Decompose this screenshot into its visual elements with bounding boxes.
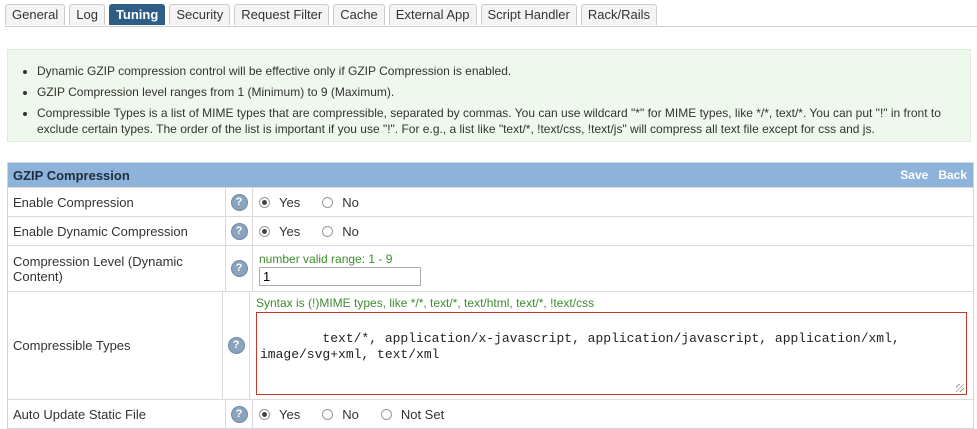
radio-yes[interactable]: Yes	[259, 195, 300, 210]
back-button[interactable]: Back	[938, 168, 967, 182]
radio-button[interactable]	[322, 408, 334, 420]
tab-bar: General Log Tuning Security Request Filt…	[5, 4, 661, 26]
help-icon[interactable]: ?	[230, 405, 248, 423]
row-auto-update-static-file: Auto Update Static File ? Yes No Not Set	[8, 399, 973, 428]
enable-compression-radios: Yes No	[259, 195, 381, 210]
info-item: Compressible Types is a list of MIME typ…	[37, 105, 960, 137]
tab-external-app[interactable]: External App	[388, 4, 477, 25]
tab-divider	[5, 26, 977, 27]
radio-no[interactable]: No	[322, 224, 359, 239]
help-icon[interactable]: ?	[230, 222, 248, 240]
tab-cache[interactable]: Cache	[333, 4, 385, 25]
radio-button[interactable]	[322, 196, 334, 208]
row-compression-level: Compression Level (Dynamic Content) ? nu…	[8, 245, 973, 291]
save-button[interactable]: Save	[900, 168, 928, 182]
radio-button[interactable]	[322, 225, 334, 237]
tab-rack-rails[interactable]: Rack/Rails	[580, 4, 657, 25]
row-enable-dynamic-compression: Enable Dynamic Compression ? Yes No	[8, 216, 973, 245]
resize-handle-icon[interactable]	[956, 384, 964, 392]
help-icon[interactable]: ?	[230, 193, 248, 211]
compressible-types-textarea[interactable]: text/*, application/x-javascript, applic…	[256, 312, 967, 395]
radio-yes[interactable]: Yes	[259, 407, 300, 422]
info-list: Dynamic GZIP compression control will be…	[8, 63, 960, 142]
tab-request-filter[interactable]: Request Filter	[234, 4, 330, 25]
info-box: Dynamic GZIP compression control will be…	[7, 49, 971, 142]
tab-script-handler[interactable]: Script Handler	[480, 4, 577, 25]
textarea-value: text/*, application/x-javascript, applic…	[260, 331, 908, 362]
tab-security[interactable]: Security	[169, 4, 231, 25]
auto-update-radios: Yes No Not Set	[259, 407, 466, 422]
radio-no[interactable]: No	[322, 407, 359, 422]
tab-log[interactable]: Log	[69, 4, 105, 25]
radio-button[interactable]	[380, 408, 392, 420]
radio-no[interactable]: No	[322, 195, 359, 210]
field-label: Compression Level (Dynamic Content)	[8, 246, 226, 291]
tab-tuning[interactable]: Tuning	[108, 4, 166, 25]
info-item: GZIP Compression level ranges from 1 (Mi…	[37, 84, 960, 100]
tab-general[interactable]: General	[5, 4, 66, 25]
gzip-compression-section: GZIP Compression Save Back Enable Compre…	[7, 162, 974, 429]
info-item: Dynamic GZIP compression control will be…	[37, 63, 960, 79]
section-header: GZIP Compression Save Back	[8, 163, 973, 187]
radio-button-selected[interactable]	[259, 196, 270, 208]
row-compressible-types: Compressible Types ? Syntax is (!)MIME t…	[8, 291, 973, 399]
enable-dynamic-radios: Yes No	[259, 224, 381, 239]
compression-level-input[interactable]	[259, 266, 421, 286]
help-icon[interactable]: ?	[230, 260, 248, 277]
radio-button-selected[interactable]	[259, 225, 270, 237]
field-label: Compressible Types	[8, 292, 224, 399]
help-icon[interactable]: ?	[227, 337, 245, 354]
section-actions: Save Back	[900, 168, 967, 182]
field-label: Enable Compression	[8, 188, 226, 216]
radio-button-selected[interactable]	[259, 408, 270, 420]
section-title: GZIP Compression	[13, 167, 130, 183]
syntax-hint: Syntax is (!)MIME types, like */*, text/…	[256, 296, 595, 310]
field-label: Auto Update Static File	[8, 400, 226, 428]
range-hint: number valid range: 1 - 9	[259, 251, 393, 266]
radio-not-set[interactable]: Not Set	[380, 407, 444, 422]
row-enable-compression: Enable Compression ? Yes No	[8, 187, 973, 216]
radio-yes[interactable]: Yes	[259, 224, 300, 239]
field-label: Enable Dynamic Compression	[8, 217, 226, 245]
